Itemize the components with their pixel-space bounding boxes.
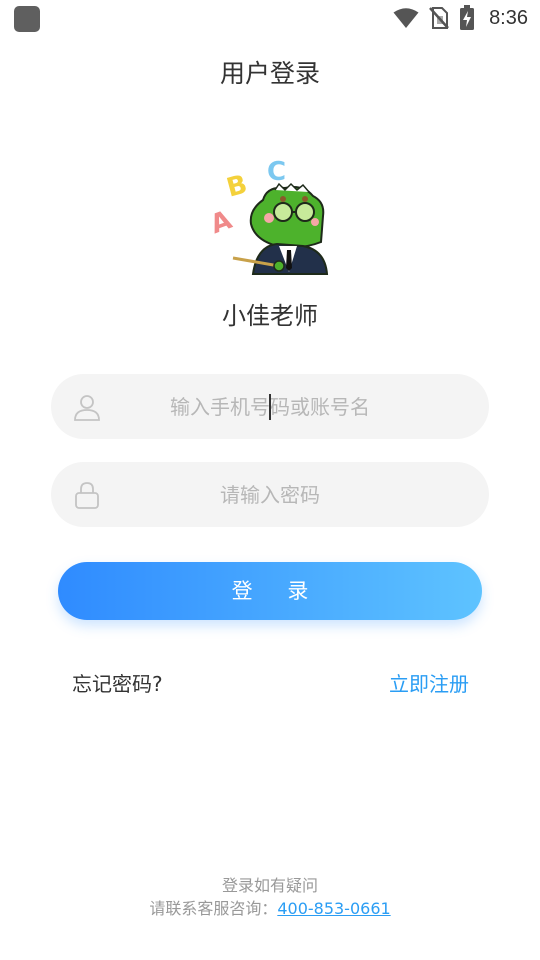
account-field[interactable] bbox=[51, 374, 489, 439]
support-phone-link[interactable]: 400-853-0661 bbox=[277, 899, 390, 918]
page-title: 用户登录 bbox=[219, 59, 320, 88]
footer-help: 登录如有疑问 请联系客服咨询：400-853-0661 bbox=[0, 874, 540, 920]
password-field[interactable] bbox=[51, 462, 489, 527]
login-button[interactable]: 登 录 bbox=[58, 562, 482, 620]
footer-contact: 请联系客服咨询：400-853-0661 bbox=[0, 897, 540, 920]
status-bar: 8:36 bbox=[0, 0, 540, 36]
footer-question: 登录如有疑问 bbox=[221, 876, 318, 895]
crocodile-teacher-logo: A B C bbox=[207, 157, 329, 275]
register-link[interactable]: 立即注册 bbox=[389, 668, 469, 697]
logo-letter-c: C bbox=[267, 157, 286, 187]
user-icon bbox=[74, 395, 100, 421]
logo-letter-b: B bbox=[224, 169, 251, 203]
footer-contact-label: 请联系客服咨询： bbox=[149, 899, 278, 918]
app-icon bbox=[14, 6, 40, 32]
logo-letter-a: A bbox=[207, 205, 236, 240]
forgot-password-link[interactable]: 忘记密码? bbox=[72, 668, 163, 697]
no-sim-icon bbox=[429, 7, 449, 29]
status-icons: 8:36 bbox=[393, 4, 528, 32]
status-time: 8:36 bbox=[489, 6, 528, 29]
lock-icon bbox=[75, 482, 99, 509]
password-input[interactable] bbox=[111, 462, 429, 527]
wifi-icon bbox=[393, 8, 419, 28]
text-cursor bbox=[269, 394, 271, 420]
battery-charging-icon bbox=[460, 5, 475, 30]
brand-name: 小佳老师 bbox=[222, 302, 318, 330]
